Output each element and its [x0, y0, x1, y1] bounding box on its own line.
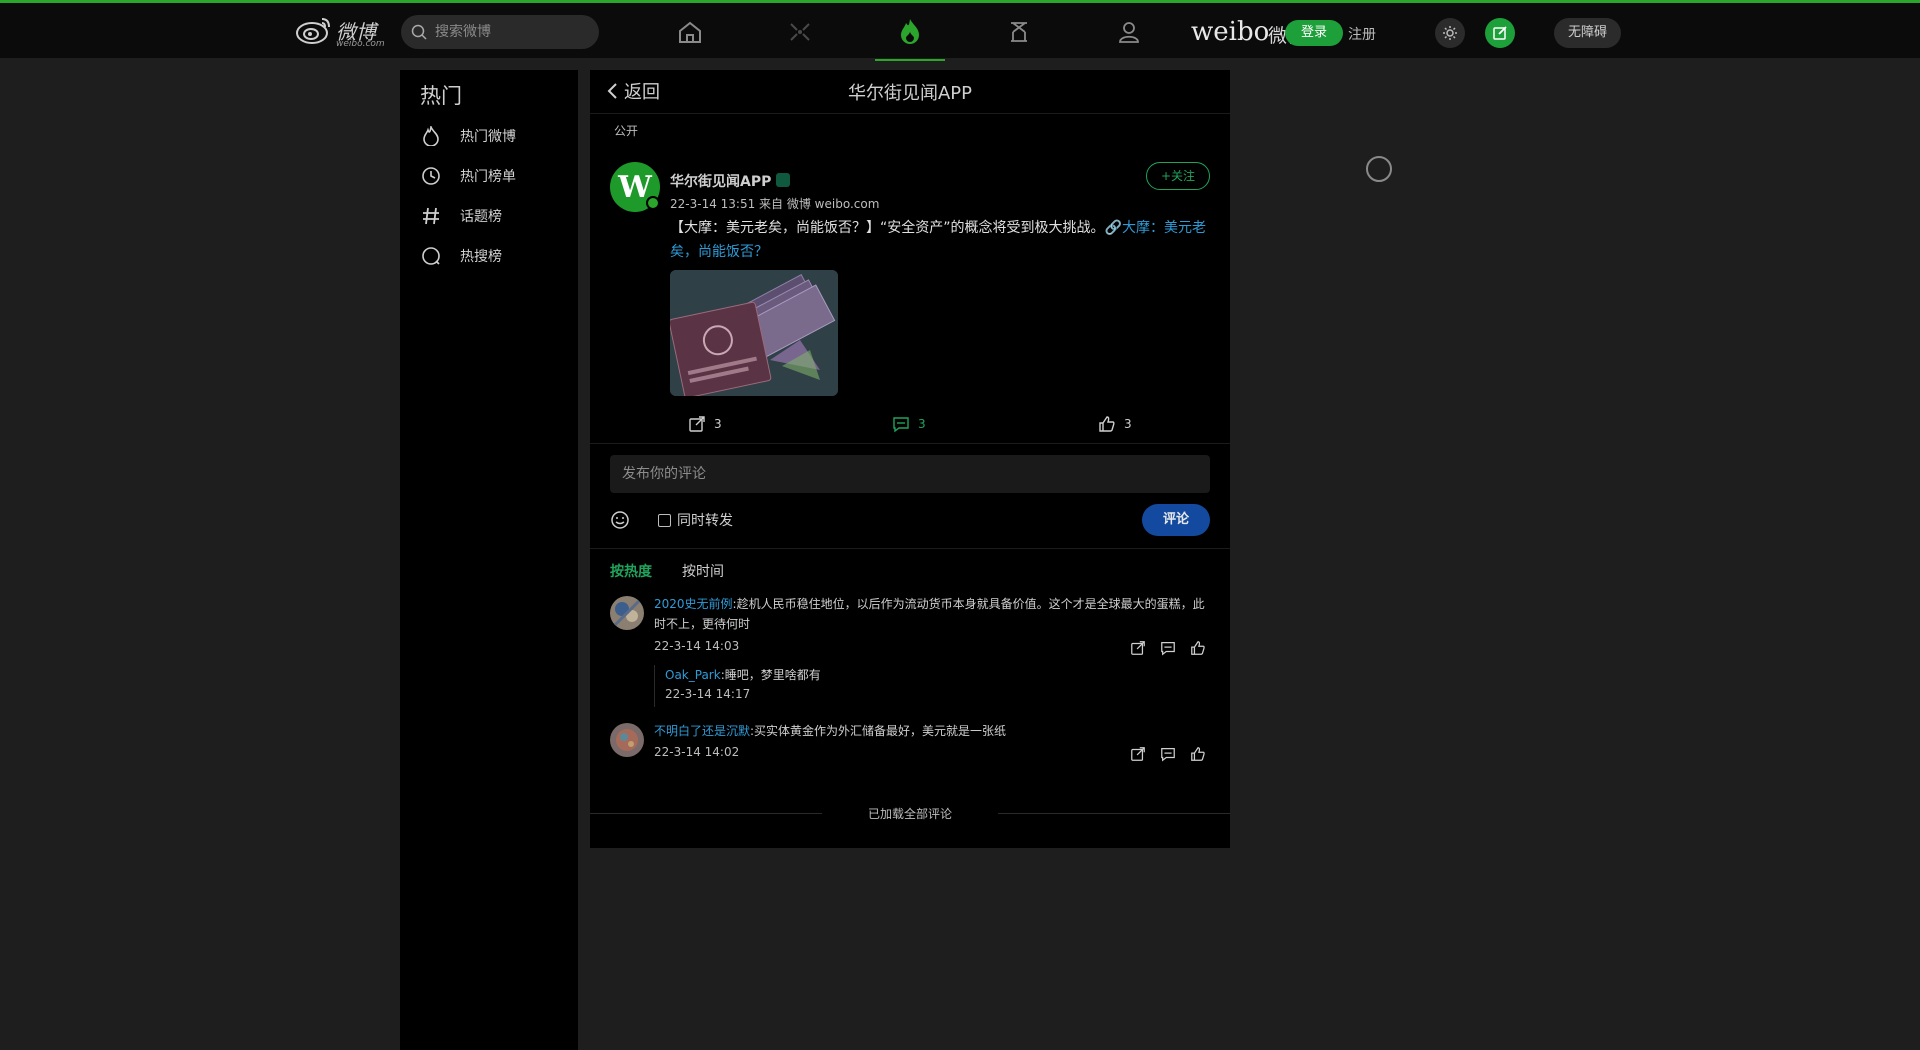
login-button[interactable]: 登录 — [1285, 20, 1343, 46]
sidebar-item-topics[interactable]: 话题榜 — [420, 202, 502, 230]
submit-comment-button[interactable]: 评论 — [1142, 504, 1210, 536]
post-image[interactable] — [670, 270, 838, 396]
comment-input[interactable] — [610, 455, 1210, 493]
sidebar-item-label: 热搜榜 — [460, 249, 502, 265]
visibility-label: 公开 — [614, 124, 639, 138]
comment-time: 22-3-14 14:02 — [654, 745, 740, 759]
weibo-logo[interactable]: 微博 weibo.com — [296, 15, 385, 49]
reply-user-name[interactable]: Oak_Park — [665, 668, 721, 682]
member-badge-icon — [776, 173, 790, 187]
video-icon — [790, 23, 810, 41]
comment-icon[interactable] — [1160, 746, 1176, 762]
emoji-icon — [611, 511, 629, 529]
sidebar-item-label: 话题榜 — [460, 209, 502, 225]
tab-sort-by-hot[interactable]: 按热度 — [610, 561, 652, 581]
home-icon — [679, 21, 701, 43]
commenter-name[interactable]: 不明白了还是沉默 — [654, 724, 750, 738]
nav-video[interactable] — [765, 3, 835, 61]
register-link[interactable]: 注册 — [1348, 24, 1376, 44]
gear-icon — [1443, 26, 1457, 40]
flame-icon — [420, 125, 442, 147]
nav-home[interactable] — [655, 3, 725, 61]
nav-hot[interactable] — [875, 3, 945, 61]
comment-text: 2020史无前例:趁机人民币稳住地位，以后作为流动货币本身就具备价值。这个才是全… — [654, 594, 1214, 634]
comment-time: 22-3-14 14:03 — [654, 639, 740, 653]
divider — [590, 548, 1230, 549]
search-box[interactable] — [401, 15, 599, 49]
sidebar-item-label: 热门榜单 — [460, 169, 516, 185]
post-detail-panel: 返回 华尔街见闻APP 公开 W 华尔街见闻APP 22-3-14 13:51 … — [590, 70, 1230, 848]
tab-sort-by-time[interactable]: 按时间 — [682, 561, 724, 581]
post-text: 【大摩：美元老矣，尚能饭否？】“安全资产”的概念将受到极大挑战。🔗大摩：美元老矣… — [670, 216, 1210, 264]
nav-game[interactable] — [984, 3, 1054, 61]
thumbs-up-icon[interactable] — [1190, 640, 1206, 656]
commenter-avatar[interactable] — [610, 596, 644, 630]
comment-text: 不明白了还是沉默:买实体黄金作为外汇储备最好，美元就是一张纸 — [654, 721, 1214, 741]
repost-checkbox-label: 同时转发 — [677, 513, 733, 529]
top-navigation-bar: 微博 weibo.com 搜索微博 weibo 登录 注册 无障碍 — [0, 0, 1920, 61]
weibo-wordmark: weibo — [1191, 17, 1270, 47]
profile-icon — [1119, 22, 1139, 43]
sidebar-item-hot-search[interactable]: 热搜榜 — [420, 242, 502, 270]
share-icon[interactable] — [1130, 746, 1146, 762]
thumbs-up-icon — [1099, 416, 1115, 432]
share-icon[interactable] — [1130, 640, 1146, 656]
repost-count: 3 — [714, 417, 722, 431]
settings-button[interactable] — [1435, 18, 1465, 48]
comment-body: :买实体黄金作为外汇储备最好，美元就是一张纸 — [750, 724, 1007, 738]
compose-button[interactable] — [1485, 18, 1515, 48]
search-circle-icon — [420, 245, 442, 267]
sidebar-title: 热门 — [420, 84, 462, 108]
author-name[interactable]: 华尔街见闻APP — [670, 171, 771, 191]
logo-subtext: weibo.com — [336, 39, 385, 49]
clock-icon — [420, 165, 442, 187]
game-icon — [1011, 22, 1027, 42]
share-icon — [689, 416, 705, 432]
comment-icon — [893, 417, 909, 433]
comment-icon[interactable] — [1160, 640, 1176, 656]
thumbs-up-icon[interactable] — [1190, 746, 1206, 762]
weibo-eye-icon — [296, 18, 330, 44]
comment-actions — [1130, 640, 1206, 656]
post-meta: 22-3-14 13:51 来自 微博 weibo.com — [670, 197, 880, 211]
reply-time: 22-3-14 14:17 — [665, 687, 751, 701]
hot-icon — [901, 19, 919, 44]
search-icon — [411, 24, 427, 40]
left-sidebar: 热门 热门微博 热门榜单 话题榜 热搜榜 — [400, 70, 578, 1050]
reply-body: :睡吧，梦里啥都有 — [720, 668, 821, 682]
commenter-avatar[interactable] — [610, 723, 644, 757]
sidebar-item-hot-weibo[interactable]: 热门微博 — [420, 122, 516, 150]
verified-badge-icon — [646, 196, 660, 210]
repost-checkbox[interactable]: 同时转发 — [658, 510, 733, 530]
detail-header: 返回 华尔街见闻APP — [590, 70, 1230, 114]
comment-reply: Oak_Park:睡吧，梦里啥都有 22-3-14 14:17 — [654, 665, 1214, 707]
like-count: 3 — [1124, 417, 1132, 431]
like-button[interactable]: 3 — [1098, 415, 1132, 433]
follow-button[interactable]: +关注 — [1146, 162, 1210, 190]
comment-actions — [1130, 746, 1206, 762]
divider — [590, 443, 1230, 444]
edit-icon — [1493, 26, 1507, 40]
comment-count: 3 — [918, 417, 926, 431]
accessibility-button[interactable]: 无障碍 — [1554, 18, 1621, 48]
reply-text: Oak_Park:睡吧，梦里啥都有 — [665, 665, 1214, 685]
banknotes-image — [670, 270, 838, 396]
comment-body: :趁机人民币稳住地位，以后作为流动货币本身就具备价值。这个才是全球最大的蛋糕，此… — [654, 597, 1205, 631]
sidebar-item-label: 热门微博 — [460, 129, 516, 145]
checkbox-box[interactable] — [658, 513, 671, 527]
post-body: 【大摩：美元老矣，尚能饭否？】“安全资产”的概念将受到极大挑战。 — [670, 220, 1105, 236]
comment-count-button[interactable]: 3 — [892, 415, 926, 433]
repost-button[interactable]: 3 — [688, 415, 722, 433]
page-title: 华尔街见闻APP — [847, 83, 973, 104]
search-input[interactable] — [435, 24, 585, 40]
emoji-button[interactable] — [610, 510, 630, 534]
hash-icon — [420, 205, 442, 227]
end-of-comments-text: 已加载全部评论 — [867, 807, 952, 821]
author-avatar[interactable]: W — [610, 162, 660, 212]
sidebar-item-hot-list[interactable]: 热门榜单 — [420, 162, 516, 190]
commenter-name[interactable]: 2020史无前例 — [654, 597, 733, 611]
loading-spinner-icon — [1366, 156, 1392, 182]
nav-profile[interactable] — [1094, 3, 1164, 61]
end-of-comments: 已加载全部评论 — [590, 803, 1230, 823]
